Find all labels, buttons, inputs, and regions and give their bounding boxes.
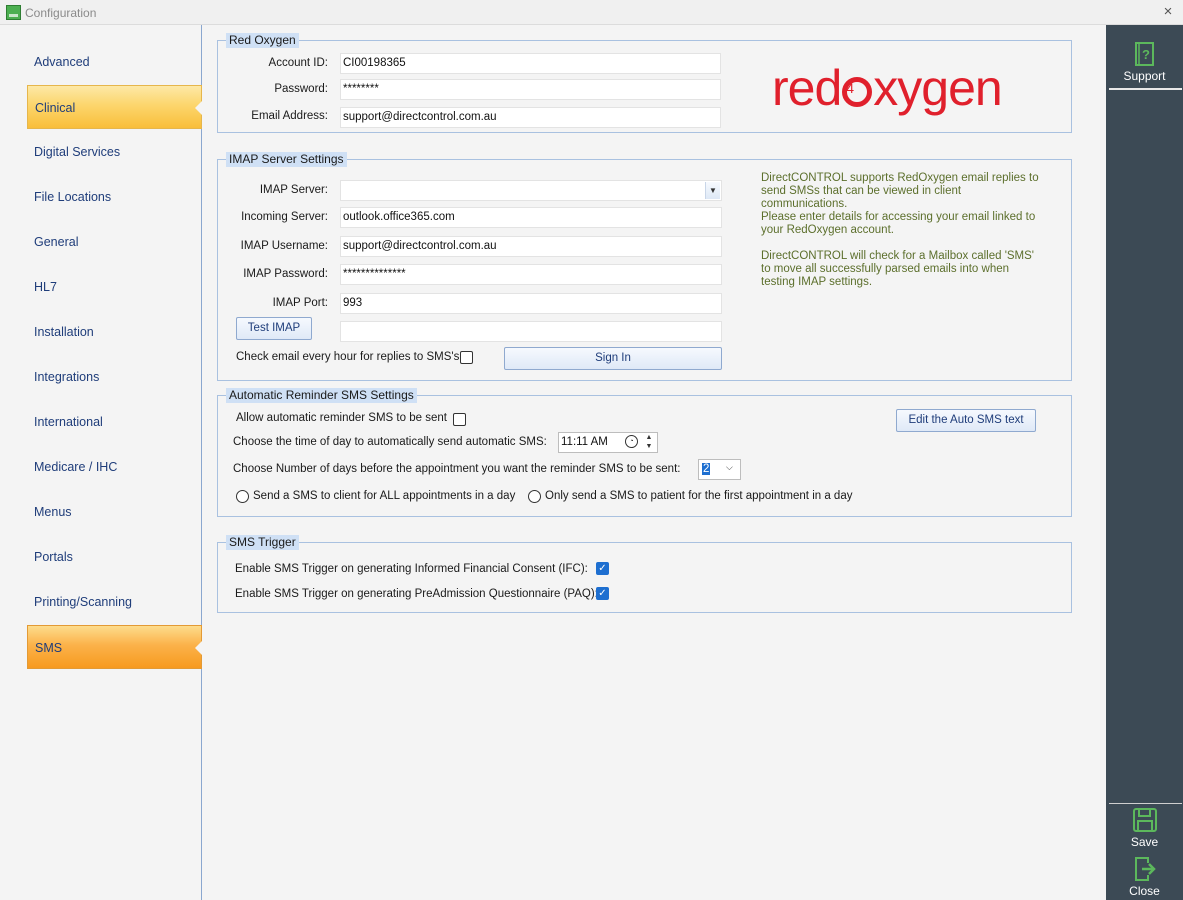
email-address-label: Email Address: (251, 110, 328, 122)
exit-icon (1134, 857, 1156, 881)
sms-trigger-group: SMS Trigger Enable SMS Trigger on genera… (217, 535, 1072, 613)
imap-port-field[interactable]: 993 (340, 293, 722, 314)
chevron-down-icon[interactable]: ▼ (705, 182, 720, 199)
app-icon (6, 5, 21, 20)
svg-text:?: ? (1142, 47, 1150, 62)
paq-trigger-label: Enable SMS Trigger on generating PreAdmi… (235, 588, 598, 600)
sidebar-item-medicare-ihc[interactable]: Medicare / IHC (27, 445, 202, 489)
sidebar-item-clinical[interactable]: Clinical (27, 85, 202, 129)
imap-server-label: IMAP Server: (259, 184, 328, 196)
group-title: SMS Trigger (226, 535, 299, 550)
sign-in-button[interactable]: Sign In (504, 347, 722, 370)
save-label: Save (1130, 835, 1159, 849)
sidebar: Advanced Clinical Digital Services File … (0, 25, 202, 900)
divider (1109, 88, 1182, 90)
imap-username-field[interactable]: support@directcontrol.com.au (340, 236, 722, 257)
check-email-checkbox[interactable] (460, 351, 473, 364)
sidebar-item-integrations[interactable]: Integrations (27, 355, 202, 399)
account-id-label: Account ID: (268, 57, 328, 69)
account-id-field[interactable]: CI00198365 (340, 53, 721, 74)
divider (1109, 803, 1182, 804)
sidebar-item-printing-scanning[interactable]: Printing/Scanning (27, 580, 202, 624)
group-title: IMAP Server Settings (226, 152, 347, 167)
sidebar-item-digital-services[interactable]: Digital Services (27, 130, 202, 174)
imap-settings-group: IMAP Server Settings IMAP Server: ▼ Inco… (217, 152, 1072, 381)
imap-password-field[interactable]: ************** (340, 264, 722, 285)
chevron-down-icon[interactable]: ⌵ (726, 462, 733, 473)
radio-all-appointments-label: Send a SMS to client for ALL appointment… (253, 490, 516, 502)
group-title: Red Oxygen (226, 33, 299, 48)
radio-all-appointments[interactable] (236, 490, 249, 503)
time-spinner[interactable]: ▲ ▼ (642, 433, 656, 452)
clock-icon[interactable]: ◔ (625, 435, 638, 448)
sidebar-item-menus[interactable]: Menus (27, 490, 202, 534)
support-label: Support (1123, 69, 1166, 83)
redoxygen-logo: red 4 xygen (772, 60, 1003, 116)
radio-first-appointment[interactable] (528, 490, 541, 503)
ifc-trigger-checkbox[interactable]: ✓ (596, 562, 609, 575)
sidebar-item-hl7[interactable]: HL7 (27, 265, 202, 309)
close-button[interactable]: Close (1106, 856, 1183, 898)
sidebar-item-advanced[interactable]: Advanced (27, 40, 202, 84)
group-title: Automatic Reminder SMS Settings (226, 388, 417, 403)
window-title: Configuration (25, 6, 97, 20)
incoming-server-field[interactable]: outlook.office365.com (340, 207, 722, 228)
info-text-2: Please enter details for accessing your … (761, 211, 1036, 236)
red-oxygen-group: Red Oxygen Account ID: CI00198365 Passwo… (217, 33, 1072, 133)
ifc-trigger-label: Enable SMS Trigger on generating Informe… (235, 563, 588, 575)
incoming-server-label: Incoming Server: (241, 211, 328, 223)
imap-server-select[interactable] (340, 180, 722, 201)
sidebar-item-sms[interactable]: SMS (27, 625, 202, 669)
support-button[interactable]: ? Support (1106, 41, 1183, 83)
radio-first-appointment-label: Only send a SMS to patient for the first… (545, 490, 853, 502)
days-before-select[interactable]: 2 (698, 459, 741, 480)
close-label: Close (1129, 884, 1160, 898)
title-bar: Configuration × (0, 0, 1183, 25)
sidebar-item-portals[interactable]: Portals (27, 535, 202, 579)
auto-reminder-group: Automatic Reminder SMS Settings Allow au… (217, 388, 1072, 517)
main-panel: Red Oxygen Account ID: CI00198365 Passwo… (203, 25, 1105, 900)
email-address-field[interactable]: support@directcontrol.com.au (340, 107, 721, 128)
edit-auto-sms-button[interactable]: Edit the Auto SMS text (896, 409, 1036, 432)
test-imap-button[interactable]: Test IMAP (236, 317, 312, 340)
password-label: Password: (274, 83, 328, 95)
info-text-3: DirectCONTROL will check for a Mailbox c… (761, 250, 1035, 288)
imap-username-label: IMAP Username: (240, 240, 328, 252)
allow-auto-sms-checkbox[interactable] (453, 413, 466, 426)
save-button[interactable]: Save (1106, 807, 1183, 849)
sidebar-item-installation[interactable]: Installation (27, 310, 202, 354)
days-before-value: 2 (702, 463, 711, 475)
time-of-day-label: Choose the time of day to automatically … (233, 436, 547, 448)
info-text-1: DirectCONTROL supports RedOxygen email r… (761, 172, 1039, 210)
sidebar-item-general[interactable]: General (27, 220, 202, 264)
right-action-bar: ? Support Save Close (1106, 25, 1183, 900)
password-field[interactable]: ******** (340, 79, 721, 100)
days-before-label: Choose Number of days before the appoint… (233, 463, 681, 475)
imap-password-label: IMAP Password: (243, 268, 328, 280)
close-window-button[interactable]: × (1159, 2, 1177, 22)
sidebar-item-file-locations[interactable]: File Locations (27, 175, 202, 219)
allow-auto-sms-label: Allow automatic reminder SMS to be sent (236, 412, 447, 424)
check-email-label: Check email every hour for replies to SM… (236, 351, 460, 363)
test-imap-result-field[interactable] (340, 321, 722, 342)
sidebar-item-international[interactable]: International (27, 400, 202, 444)
help-book-icon: ? (1134, 42, 1154, 66)
imap-port-label: IMAP Port: (272, 297, 328, 309)
save-icon (1132, 808, 1157, 832)
paq-trigger-checkbox[interactable]: ✓ (596, 587, 609, 600)
